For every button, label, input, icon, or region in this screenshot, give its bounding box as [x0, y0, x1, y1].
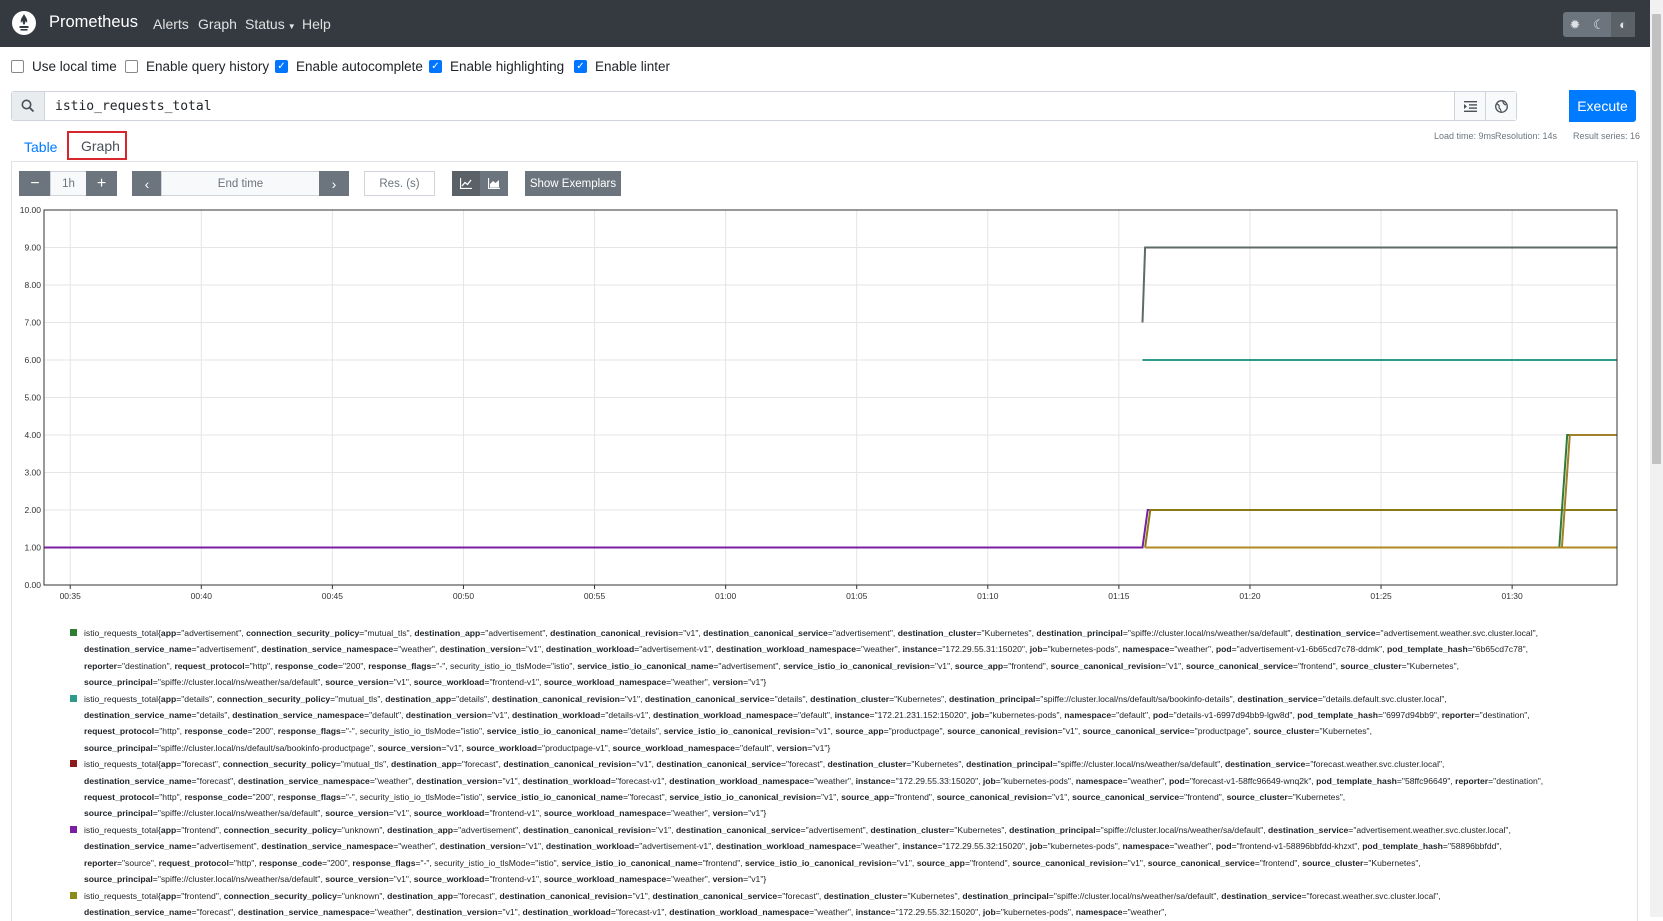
x-tick-label: 01:30 — [1501, 591, 1523, 601]
page-scrollbar-thumb[interactable] — [1652, 14, 1661, 464]
legend-swatch — [70, 694, 77, 702]
y-tick-label: 2.00 — [24, 505, 41, 515]
legend-item[interactable]: istio_requests_total{app="forecast", con… — [70, 756, 1570, 822]
legend-label: istio_requests_total{app="details", conn… — [84, 693, 1530, 753]
legend-label: istio_requests_total{app="advertisement"… — [84, 628, 1539, 688]
y-tick-label: 9.00 — [24, 243, 41, 253]
legend-item[interactable]: istio_requests_total{app="frontend", con… — [70, 822, 1570, 888]
x-tick-label: 00:40 — [191, 591, 213, 601]
legend-label: istio_requests_total{app="forecast", con… — [84, 759, 1544, 819]
x-tick-label: 01:10 — [977, 591, 999, 601]
y-tick-label: 1.00 — [24, 543, 41, 553]
x-tick-label: 00:55 — [584, 591, 606, 601]
chart-grid — [44, 209, 1617, 586]
line-chart: 0.00 1.00 2.00 3.00 4.00 5.00 6.00 7.00 8.00 9.00… — [20, 205, 1618, 601]
y-tick-label: 10.00 — [20, 205, 42, 215]
x-tick-label: 01:05 — [846, 591, 868, 601]
y-tick-label: 5.00 — [24, 393, 41, 403]
legend-item[interactable]: istio_requests_total{app="advertisement"… — [70, 625, 1570, 691]
legend-label: istio_requests_total{app="frontend", con… — [84, 890, 1441, 917]
legend-swatch — [70, 760, 77, 768]
y-tick-label: 8.00 — [24, 280, 41, 290]
y-tick-label: 3.00 — [24, 468, 41, 478]
legend-swatch — [70, 825, 77, 833]
y-axis: 0.00 1.00 2.00 3.00 4.00 5.00 6.00 7.00 8.00 9.00… — [20, 205, 42, 590]
x-tick-label: 01:00 — [715, 591, 737, 601]
legend-item[interactable]: istio_requests_total{app="details", conn… — [70, 691, 1570, 757]
x-tick-label: 00:45 — [322, 591, 344, 601]
y-tick-label: 4.00 — [24, 430, 41, 440]
legend-swatch — [70, 891, 77, 899]
x-tick-label: 01:25 — [1370, 591, 1392, 601]
legend-swatch — [70, 629, 77, 636]
x-tick-label: 00:35 — [60, 591, 82, 601]
y-tick-label: 6.00 — [24, 355, 41, 365]
y-tick-label: 0.00 — [24, 580, 41, 590]
x-tick-label: 01:20 — [1239, 591, 1261, 601]
x-axis: 00:35 00:40 00:45 00:50 00:55 01:00 01:05 01:10… — [60, 585, 1523, 601]
series-line[interactable] — [1560, 434, 1617, 548]
x-tick-label: 00:50 — [453, 591, 475, 601]
series-legend: istio_requests_total{app="advertisement"… — [70, 625, 1570, 920]
y-tick-label: 7.00 — [24, 318, 41, 328]
legend-label: istio_requests_total{app="frontend", con… — [84, 824, 1511, 885]
legend-item[interactable]: istio_requests_total{app="frontend", con… — [70, 888, 1570, 921]
x-tick-label: 01:15 — [1108, 591, 1130, 601]
